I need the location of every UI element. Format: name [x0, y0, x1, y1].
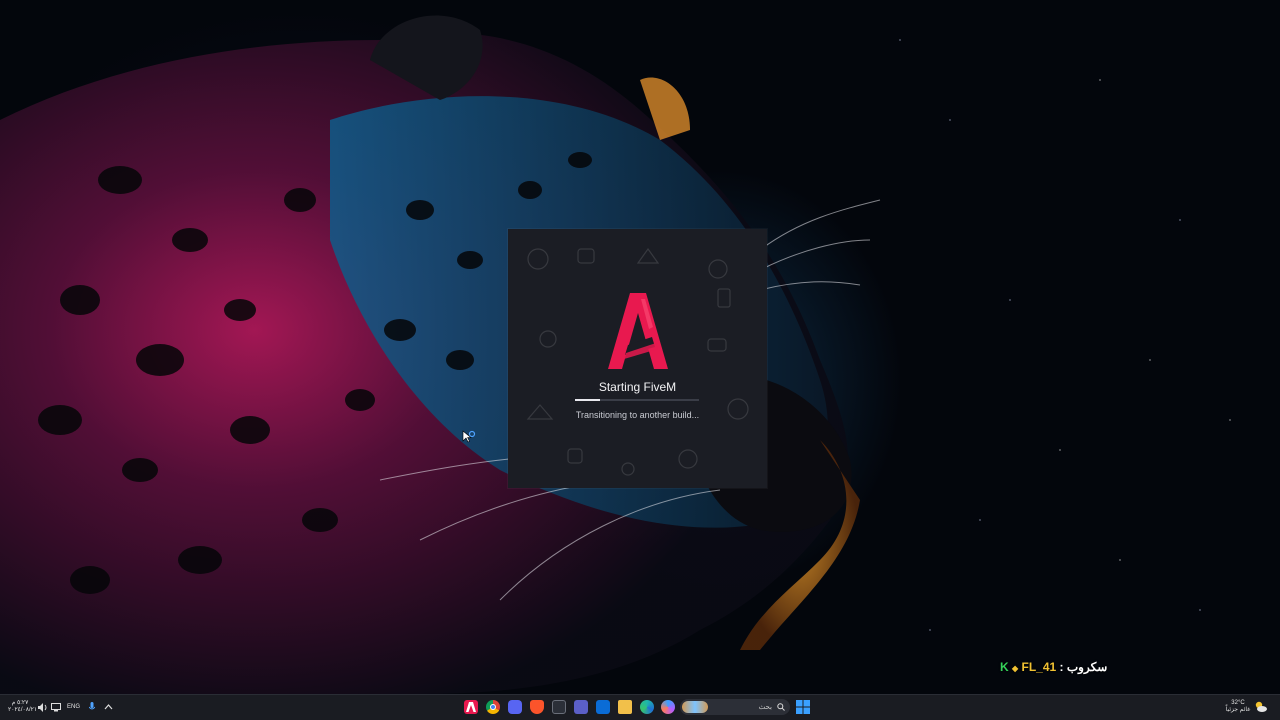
fivem-logo-icon: [608, 293, 668, 369]
fivem-icon[interactable]: [464, 700, 478, 714]
weather-temperature: 32°C: [1231, 700, 1245, 706]
taskbar-clock[interactable]: ٥:٢٧ م ٢٠٢٤/٠٨/٢١: [8, 700, 38, 714]
loader-title: Starting FiveM: [598, 380, 677, 394]
chevron-up-icon[interactable]: [104, 703, 113, 710]
chrome-icon[interactable]: [486, 700, 500, 714]
taskbar: ٥:٢٧ م ٢٠٢٤/٠٨/٢١ ENG بحث 32°C غائم جزئي…: [0, 694, 1280, 720]
search-placeholder: بحث: [758, 704, 772, 711]
edge-icon[interactable]: [640, 700, 654, 714]
microphone-icon[interactable]: [89, 702, 95, 712]
chrome-center: [490, 704, 496, 710]
teams-icon[interactable]: [574, 700, 588, 714]
brave-icon[interactable]: [530, 700, 544, 714]
overlay-code: FL_41: [1021, 660, 1057, 674]
overlay-label-text: سكروب: [1066, 660, 1108, 674]
loader-progress-bar: [575, 399, 699, 401]
start-icon[interactable]: [796, 700, 810, 714]
overlay-small-icon: ◆: [1012, 664, 1019, 673]
terminal-icon[interactable]: [552, 700, 566, 714]
stream-overlay-label: K ◆ FL_41 : سكروب: [1000, 660, 1107, 678]
overlay-separator: :: [1056, 660, 1067, 674]
busy-cursor-icon: [462, 430, 476, 443]
volume-icon[interactable]: [38, 703, 48, 712]
search-icon: [777, 703, 785, 711]
taskbar-search-box[interactable]: بحث: [680, 699, 790, 715]
weather-description: غائم جزئياً: [1225, 707, 1251, 713]
language-indicator[interactable]: ENG: [67, 704, 80, 711]
copilot-icon[interactable]: [661, 700, 675, 714]
weather-widget[interactable]: 32°C غائم جزئياً: [1224, 700, 1252, 714]
fivem-loader-window: Starting FiveM Transitioning to another …: [508, 229, 767, 488]
file-explorer-icon[interactable]: [618, 700, 632, 714]
clock-date: ٢٠٢٤/٠٨/٢١: [8, 707, 38, 713]
overlay-k: K: [1000, 660, 1009, 674]
clock-time: ٥:٢٧ م: [11, 700, 29, 706]
network-icon[interactable]: [51, 703, 61, 712]
fivem-logo-small-icon: [466, 702, 476, 712]
partly-cloudy-icon: [1255, 701, 1267, 712]
desktop: Starting FiveM Transitioning to another …: [0, 0, 1280, 720]
search-highlight-art: [682, 701, 708, 713]
loader-status-text: Transitioning to another build...: [575, 410, 700, 420]
loader-progress-fill: [575, 399, 600, 401]
discord-icon[interactable]: [508, 700, 522, 714]
store-icon[interactable]: [596, 700, 610, 714]
